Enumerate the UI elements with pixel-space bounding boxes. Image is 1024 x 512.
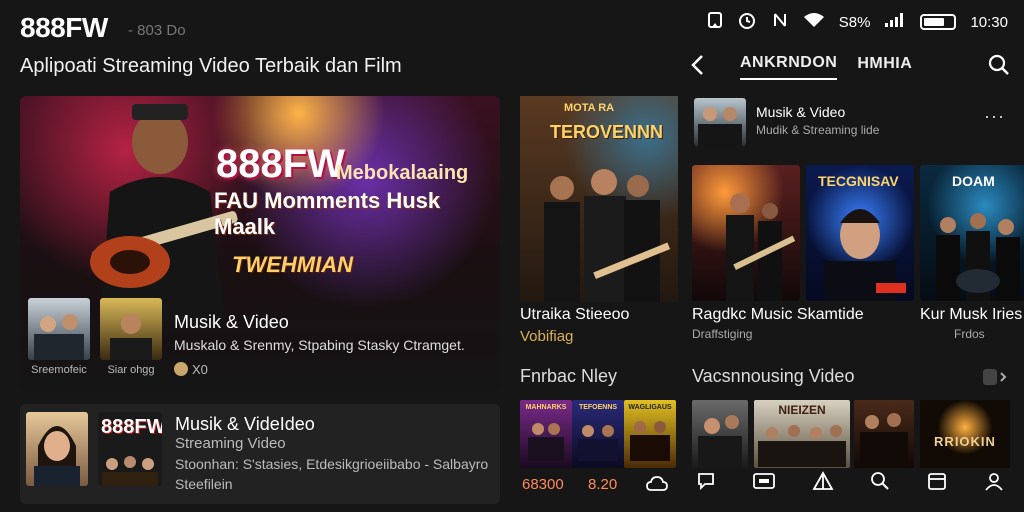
- battery-icon: [920, 14, 957, 30]
- mini-poster-1[interactable]: MAHNARKS: [520, 400, 572, 468]
- section-more-icon[interactable]: [982, 368, 1008, 391]
- video-thumb-1[interactable]: [692, 400, 748, 468]
- prism-icon[interactable]: [812, 470, 834, 496]
- nfc-icon: [771, 11, 789, 33]
- battery-percent: S8%: [838, 13, 871, 31]
- tv-icon[interactable]: [752, 472, 775, 495]
- count-value: 68300: [522, 476, 564, 493]
- alarm-icon: [737, 10, 757, 34]
- video-thumb-2[interactable]: NIEIZEN: [754, 400, 850, 468]
- tab-secondary[interactable]: HMHIA: [857, 55, 912, 79]
- list-thumb-caption: Siar ohgg: [107, 364, 155, 376]
- list-item-panel[interactable]: 888FW Musik & VideIdeo Streaming Video S…: [20, 404, 500, 504]
- search-icon[interactable]: [870, 471, 890, 496]
- search-icon[interactable]: [988, 54, 1010, 81]
- notification-icon: [707, 11, 723, 33]
- list-thumb-caption: Sreemofeic: [31, 364, 87, 376]
- back-arrow-icon[interactable]: [690, 52, 720, 83]
- list-thumb-2[interactable]: [100, 298, 162, 360]
- profile-icon[interactable]: [984, 471, 1004, 496]
- video-thumb-3[interactable]: [854, 400, 914, 468]
- hero-tag: TWEHMIAN: [232, 252, 353, 277]
- list-item-title[interactable]: Musik & VideIdeo: [175, 414, 315, 435]
- card-poster-1[interactable]: [692, 165, 800, 301]
- list-thumb-1[interactable]: [28, 298, 90, 360]
- list-item-line: Streaming Video: [175, 435, 286, 452]
- list-thumb-brand[interactable]: 888FW: [98, 412, 162, 486]
- cloud-icon[interactable]: [646, 474, 668, 499]
- featured-poster[interactable]: MOTA RA TEROVENNN: [520, 96, 678, 302]
- hero-title-side: Mebokalaaing: [336, 162, 469, 184]
- bottom-nav: [690, 468, 1010, 498]
- wifi-icon: [803, 12, 825, 32]
- card-title[interactable]: Ragdkc Music Skamtide: [692, 306, 864, 324]
- list-item-meta: X0: [174, 362, 208, 377]
- status-bar: S8% 10:30: [707, 10, 1008, 34]
- mini-poster-3[interactable]: WAGLIGAUS: [624, 400, 676, 468]
- list-item-title[interactable]: Musik & Video: [174, 312, 289, 333]
- mini-poster-2[interactable]: TEFOENNS: [572, 400, 624, 468]
- top-item-title[interactable]: Musik & Video: [756, 104, 845, 120]
- card-poster-3[interactable]: DOAM: [920, 165, 1024, 301]
- card-subtitle: Frdos: [954, 327, 985, 341]
- top-item-thumb[interactable]: [694, 98, 746, 146]
- chat-icon[interactable]: [696, 471, 716, 496]
- list-item-line: Steefilein: [175, 476, 233, 492]
- rating-value: 8.20: [588, 476, 618, 493]
- status-time: 10:30: [970, 13, 1008, 31]
- poster-title: TEROVENNN: [550, 122, 664, 142]
- video-thumb-4[interactable]: RRIOKIN: [920, 400, 1010, 468]
- hero-subtitle: FAU Momments Husk Maalk: [214, 188, 441, 239]
- featured-title[interactable]: Utraika Stieeoo: [520, 306, 629, 324]
- card-subtitle: Draffstiging: [692, 327, 753, 341]
- tab-primary[interactable]: ANKRNDON: [740, 54, 838, 80]
- app-brand: 888FW: [20, 12, 108, 43]
- signal-icon: [884, 12, 906, 32]
- brand-subtitle: - 803 Do: [128, 22, 186, 39]
- hero-title: 888FW: [216, 142, 345, 186]
- top-nav: ANKRNDON HMHIA: [690, 50, 1010, 84]
- list-item-description: Muskalo & Srenmy, Stpabing Stasky Ctramg…: [174, 337, 465, 353]
- top-item-subtitle: Mudik & Streaming lide: [756, 123, 880, 137]
- hero-banner[interactable]: 888FW Mebokalaaing FAU Momments Husk Maa…: [20, 96, 500, 392]
- card-title[interactable]: Kur Musk Iries: [920, 306, 1022, 324]
- more-options-icon[interactable]: ···: [984, 106, 1005, 127]
- featured-subtitle: Vobifiag: [520, 328, 574, 345]
- coin-icon: [174, 362, 188, 376]
- calendar-icon[interactable]: [927, 471, 947, 496]
- page-tagline: Aplipoati Streaming Video Terbaik dan Fi…: [20, 55, 402, 77]
- list-item-line: Stoonhan: S'stasies, Etdesikgrioeiibabo …: [175, 456, 489, 472]
- card-poster-2[interactable]: TECGNISAV: [806, 165, 914, 301]
- section-title: Fnrbac Nley: [520, 366, 618, 386]
- list-thumb-portrait[interactable]: [26, 412, 88, 486]
- band-image: [544, 169, 670, 302]
- section-title: Vacsnnousing Video: [692, 366, 855, 386]
